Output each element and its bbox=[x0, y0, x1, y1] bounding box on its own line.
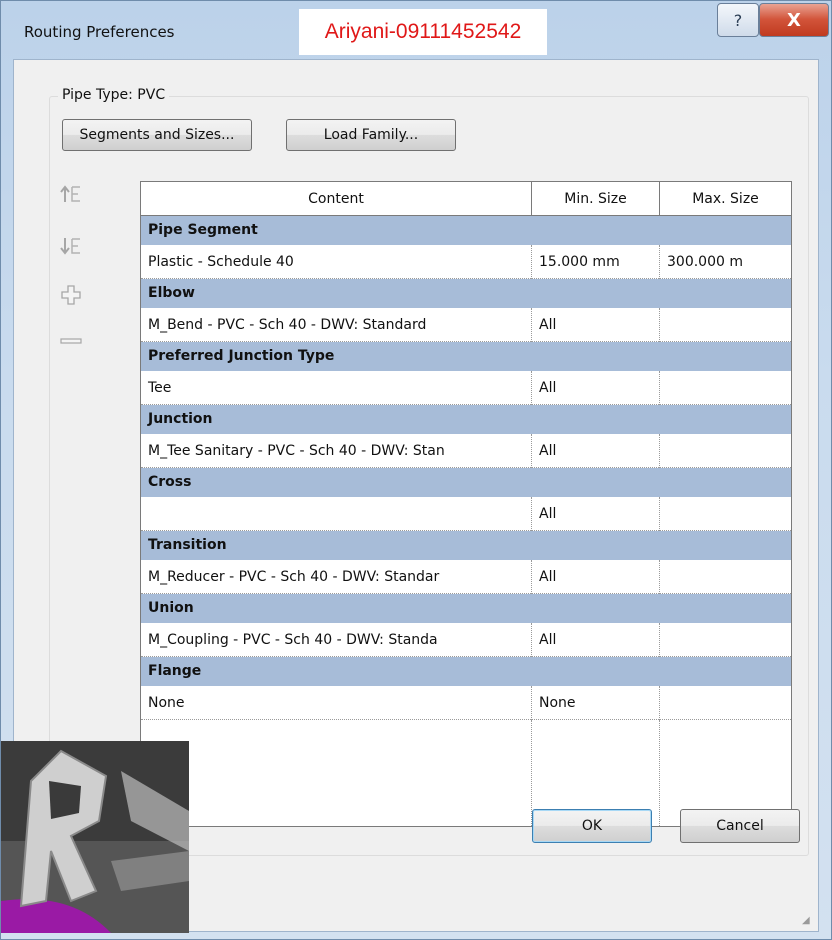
group-preferred-junction-type: Preferred Junction Type bbox=[141, 342, 791, 371]
content-cell[interactable]: M_Coupling - PVC - Sch 40 - DWV: Standa bbox=[141, 623, 531, 657]
table-row[interactable]: M_Reducer - PVC - Sch 40 - DWV: Standar … bbox=[141, 560, 791, 594]
header-max-size[interactable]: Max. Size bbox=[659, 182, 791, 216]
table-row[interactable]: M_Bend - PVC - Sch 40 - DWV: Standard Al… bbox=[141, 308, 791, 342]
content-cell[interactable] bbox=[141, 497, 531, 531]
group-transition: Transition bbox=[141, 531, 791, 560]
max-size-cell[interactable] bbox=[659, 623, 791, 657]
add-icon[interactable] bbox=[58, 282, 84, 308]
min-size-cell[interactable]: All bbox=[531, 308, 659, 342]
max-size-cell[interactable]: 300.000 m bbox=[659, 245, 791, 279]
title-bar[interactable]: Routing Preferences Ariyani-09111452542 … bbox=[1, 1, 832, 57]
table-row[interactable]: Tee All bbox=[141, 371, 791, 405]
group-cross: Cross bbox=[141, 468, 791, 497]
help-icon: ? bbox=[733, 10, 743, 30]
watermark-label: Ariyani-09111452542 bbox=[299, 9, 547, 55]
header-content[interactable]: Content bbox=[141, 182, 531, 216]
min-size-cell[interactable]: None bbox=[531, 686, 659, 720]
min-size-cell[interactable]: All bbox=[531, 371, 659, 405]
revit-logo bbox=[1, 741, 189, 933]
content-cell[interactable]: M_Bend - PVC - Sch 40 - DWV: Standard bbox=[141, 308, 531, 342]
move-up-icon[interactable] bbox=[58, 181, 84, 207]
content-cell[interactable]: Plastic - Schedule 40 bbox=[141, 245, 531, 279]
load-family-button[interactable]: Load Family... bbox=[286, 119, 456, 151]
content-cell[interactable]: M_Tee Sanitary - PVC - Sch 40 - DWV: Sta… bbox=[141, 434, 531, 468]
segments-and-sizes-button[interactable]: Segments and Sizes... bbox=[62, 119, 252, 151]
content-cell[interactable]: None bbox=[141, 686, 531, 720]
header-min-size[interactable]: Min. Size bbox=[531, 182, 659, 216]
cancel-button[interactable]: Cancel bbox=[680, 809, 800, 843]
close-icon: X bbox=[787, 9, 801, 31]
move-up-glyph bbox=[60, 185, 80, 202]
max-size-cell[interactable] bbox=[659, 560, 791, 594]
group-flange: Flange bbox=[141, 657, 791, 686]
table-row[interactable]: M_Tee Sanitary - PVC - Sch 40 - DWV: Sta… bbox=[141, 434, 791, 468]
group-junction: Junction bbox=[141, 405, 791, 434]
group-union: Union bbox=[141, 594, 791, 623]
max-size-cell[interactable] bbox=[659, 434, 791, 468]
min-size-cell[interactable]: All bbox=[531, 560, 659, 594]
table-row[interactable]: None None bbox=[141, 686, 791, 720]
move-down-glyph bbox=[60, 238, 80, 255]
revit-logo-graphic bbox=[1, 741, 189, 933]
column-divider bbox=[659, 720, 660, 826]
close-button[interactable]: X bbox=[759, 3, 829, 37]
table-row[interactable]: M_Coupling - PVC - Sch 40 - DWV: Standa … bbox=[141, 623, 791, 657]
routing-table: Content Min. Size Max. Size Pipe Segment… bbox=[140, 181, 792, 827]
routing-preferences-dialog: Routing Preferences Ariyani-09111452542 … bbox=[0, 0, 832, 940]
remove-icon[interactable] bbox=[58, 328, 84, 354]
min-size-cell[interactable]: All bbox=[531, 497, 659, 531]
group-pipe-segment: Pipe Segment bbox=[141, 216, 791, 245]
max-size-cell[interactable] bbox=[659, 371, 791, 405]
table-row[interactable]: All bbox=[141, 497, 791, 531]
ok-button[interactable]: OK bbox=[532, 809, 652, 843]
max-size-cell[interactable] bbox=[659, 497, 791, 531]
help-button[interactable]: ? bbox=[717, 3, 759, 37]
max-size-cell[interactable] bbox=[659, 686, 791, 720]
min-size-cell[interactable]: All bbox=[531, 623, 659, 657]
add-glyph bbox=[61, 285, 81, 305]
group-elbow: Elbow bbox=[141, 279, 791, 308]
min-size-cell[interactable]: All bbox=[531, 434, 659, 468]
max-size-cell[interactable] bbox=[659, 308, 791, 342]
content-cell[interactable]: M_Reducer - PVC - Sch 40 - DWV: Standar bbox=[141, 560, 531, 594]
resize-grip-icon[interactable]: ◢ bbox=[802, 915, 814, 927]
table-row[interactable]: Plastic - Schedule 40 15.000 mm 300.000 … bbox=[141, 245, 791, 279]
table-header: Content Min. Size Max. Size bbox=[141, 182, 791, 216]
content-cell[interactable]: Tee bbox=[141, 371, 531, 405]
min-size-cell[interactable]: 15.000 mm bbox=[531, 245, 659, 279]
window-title: Routing Preferences bbox=[24, 23, 175, 41]
move-down-icon[interactable] bbox=[58, 233, 84, 259]
pipe-type-label: Pipe Type: PVC bbox=[58, 87, 170, 103]
remove-glyph bbox=[60, 338, 82, 344]
